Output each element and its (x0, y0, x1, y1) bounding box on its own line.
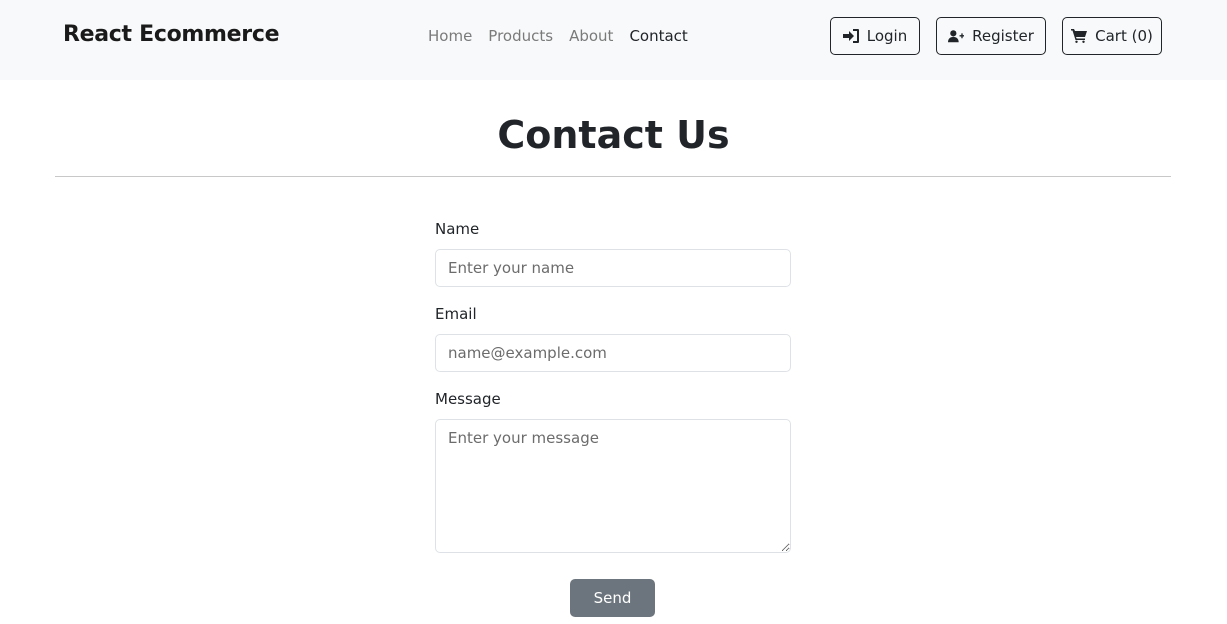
contact-form: Name Email Message (435, 220, 791, 571)
nav-link-products[interactable]: Products (488, 27, 553, 45)
nav-link-contact[interactable]: Contact (629, 27, 687, 45)
title-divider (55, 176, 1171, 177)
user-plus-icon (948, 30, 965, 43)
page-title: Contact Us (497, 113, 730, 157)
name-group: Name (435, 220, 791, 287)
email-label: Email (435, 305, 477, 323)
nav-links: Home Products About Contact (428, 27, 704, 45)
message-label: Message (435, 390, 501, 408)
cart-label: Cart (0) (1095, 27, 1153, 45)
message-textarea[interactable] (435, 419, 791, 553)
email-group: Email (435, 305, 791, 372)
name-input[interactable] (435, 249, 791, 287)
brand-logo[interactable]: React Ecommerce (63, 22, 280, 47)
nav-link-home[interactable]: Home (428, 27, 472, 45)
register-button[interactable]: Register (936, 17, 1046, 55)
login-button[interactable]: Login (830, 17, 920, 55)
navbar: React Ecommerce Home Products About Cont… (0, 0, 1227, 80)
send-button[interactable]: Send (570, 579, 655, 617)
sign-in-icon (842, 29, 859, 43)
shopping-cart-icon (1071, 29, 1088, 43)
register-label: Register (972, 27, 1034, 45)
email-input[interactable] (435, 334, 791, 372)
login-label: Login (866, 27, 908, 45)
nav-link-about[interactable]: About (569, 27, 613, 45)
cart-button[interactable]: Cart (0) (1062, 17, 1162, 55)
name-label: Name (435, 220, 480, 238)
message-group: Message (435, 390, 791, 553)
